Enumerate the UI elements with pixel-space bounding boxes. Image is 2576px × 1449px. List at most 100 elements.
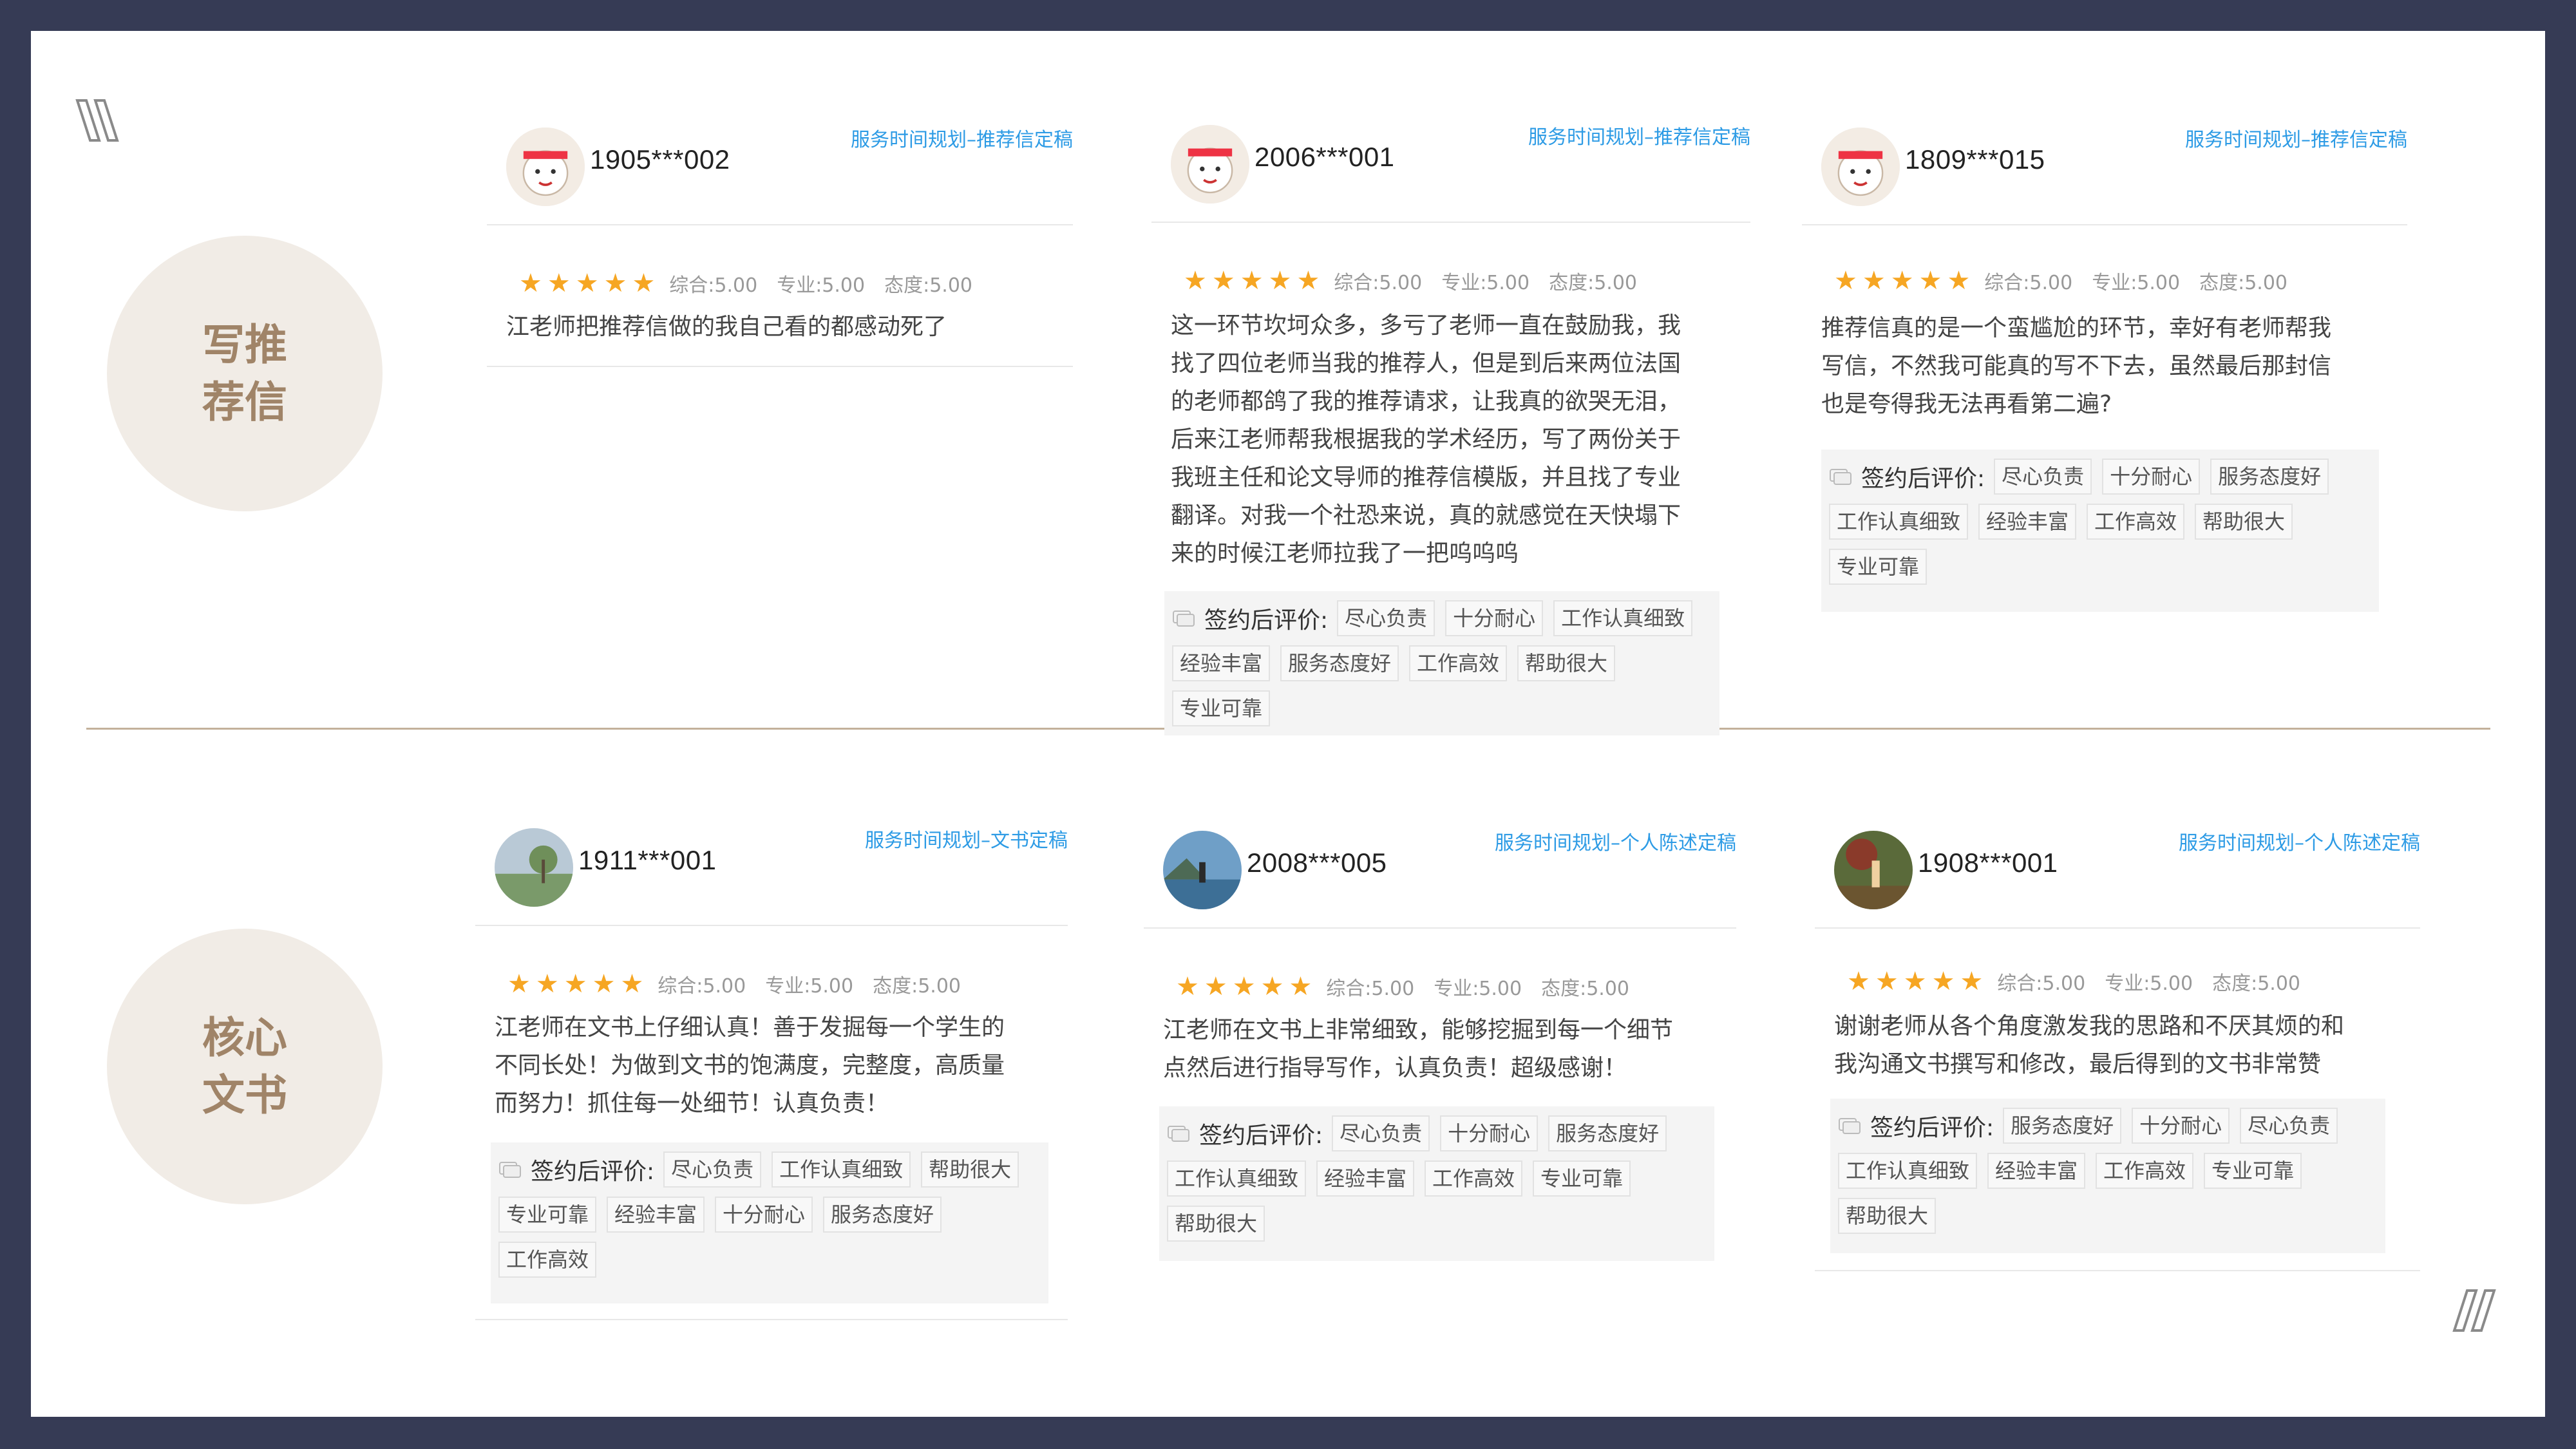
avatar	[506, 128, 585, 206]
tag-chip: 工作认真细致	[1167, 1160, 1307, 1197]
score-professional: 专业:5.00	[2092, 272, 2181, 294]
tag-chip: 帮助很大	[1517, 645, 1616, 681]
user-id: 2008***005	[1247, 848, 1387, 878]
star-icon: ★	[603, 269, 627, 298]
score-attitude: 态度:5.00	[884, 274, 973, 297]
review-card: 2006***001 服务时间规划–推荐信定稿 ★ ★ ★ ★ ★ 综合:5.00 专业…	[1151, 112, 1750, 737]
tag-chip: 尽心负责	[663, 1151, 762, 1188]
card-divider	[1815, 1270, 2420, 1271]
star-rating: ★ ★ ★ ★ ★	[1834, 268, 1970, 294]
star-icon: ★	[1296, 266, 1320, 296]
tag-chip: 尽心负责	[1337, 600, 1435, 636]
star-icon: ★	[1918, 266, 1942, 296]
tag-chip: 服务态度好	[1548, 1115, 1667, 1151]
slide: 写推荐信 核心文书 1905***002 服务时间规划–推荐信定稿 ★ ★ ★ ★ ★ …	[31, 31, 2545, 1417]
star-icon: ★	[564, 969, 587, 999]
service-link[interactable]: 服务时间规划–文书定稿	[865, 824, 1068, 853]
avatar	[1171, 125, 1249, 204]
service-link[interactable]: 服务时间规划–推荐信定稿	[851, 124, 1073, 152]
service-link[interactable]: 服务时间规划–个人陈述定稿	[1495, 827, 1736, 855]
review-card: 1905***002 服务时间规划–推荐信定稿 ★ ★ ★ ★ ★ 综合:5.00 专业…	[487, 115, 1073, 372]
review-card: 1911***001 服务时间规划–文书定稿 ★ ★ ★ ★ ★ 综合:5.00 专业:…	[475, 815, 1068, 1324]
user-id: 1911***001	[578, 845, 717, 875]
star-icon: ★	[620, 969, 644, 999]
star-icon: ★	[519, 269, 542, 298]
review-card: 2008***005 服务时间规划–个人陈述定稿 ★ ★ ★ ★ ★ 综合:5.00 专…	[1144, 818, 1736, 1269]
user-id: 2006***001	[1255, 142, 1395, 172]
section-badge-essay: 核心文书	[107, 929, 383, 1204]
star-icon: ★	[1176, 972, 1199, 1001]
review-line: 这一环节坎坷众多，多亏了老师一直在鼓励我，我	[1171, 312, 1681, 339]
card-header: 1908***001 服务时间规划–个人陈述定稿	[1815, 818, 2420, 929]
rating-row: ★ ★ ★ ★ ★ 综合:5.00 专业:5.00 态度:5.00	[1834, 267, 2307, 295]
card-header: 2008***005 服务时间规划–个人陈述定稿	[1144, 818, 1736, 929]
review-line: 江老师在文书上仔细认真！善于发掘每一个学生的	[495, 1014, 1005, 1041]
avatar	[1163, 831, 1242, 909]
tag-chip: 经验丰富	[607, 1197, 705, 1233]
tag-chip: 帮助很大	[2195, 504, 2293, 540]
star-rating: ★ ★ ★ ★ ★	[1847, 969, 1983, 994]
tags-panel: 签约后评价: 尽心负责 十分耐心 服务态度好 工作认真细致 经验丰富 工作高效 …	[1821, 450, 2379, 612]
star-icon: ★	[1232, 972, 1256, 1001]
score-professional: 专业:5.00	[1434, 978, 1522, 1000]
tag-chip: 尽心负责	[2240, 1108, 2338, 1144]
score-professional: 专业:5.00	[2105, 972, 2193, 995]
tag-chip: 工作认真细致	[1553, 600, 1693, 636]
tag-chip: 尽心负责	[1332, 1115, 1430, 1151]
section-label: 写推荐信	[202, 319, 287, 427]
review-line: 点然后进行指导写作，认真负责！超级感谢！	[1163, 1055, 1627, 1081]
review-line: 推荐信真的是一个蛮尴尬的环节，幸好有老师帮我	[1821, 315, 2332, 341]
rating-row: ★ ★ ★ ★ ★ 综合:5.00 专业:5.00 态度:5.00	[1176, 972, 1649, 1001]
tag-chip: 帮助很大	[1838, 1198, 1937, 1234]
review-card: 1908***001 服务时间规划–个人陈述定稿 ★ ★ ★ ★ ★ 综合:5.00 专…	[1815, 818, 2420, 1282]
tags-label: 签约后评价:	[1829, 460, 1985, 493]
star-rating: ★ ★ ★ ★ ★	[507, 971, 643, 997]
card-divider	[487, 366, 1073, 367]
star-rating: ★ ★ ★ ★ ★	[519, 270, 655, 296]
quote-close-icon	[2443, 1285, 2501, 1337]
tags-label-text: 签约后评价:	[1199, 1122, 1323, 1149]
service-link[interactable]: 服务时间规划–推荐信定稿	[2185, 124, 2407, 152]
tag-chip: 帮助很大	[921, 1151, 1019, 1188]
rating-row: ★ ★ ★ ★ ★ 综合:5.00 专业:5.00 态度:5.00	[1184, 267, 1656, 295]
tag-chip: 经验丰富	[1978, 504, 2077, 540]
user-id: 1905***002	[590, 144, 730, 175]
tags-list: 签约后评价: 尽心负责 十分耐心 服务态度好 工作认真细致 经验丰富 工作高效 …	[1829, 459, 2371, 594]
star-icon: ★	[592, 969, 616, 999]
tag-chip: 十分耐心	[715, 1197, 813, 1233]
chat-icon	[1830, 469, 1852, 485]
card-header: 1809***015 服务时间规划–推荐信定稿	[1802, 115, 2407, 225]
review-line: 而努力！抓住每一处细节！认真负责！	[495, 1090, 889, 1117]
chat-icon	[1839, 1118, 1861, 1134]
review-text: 推荐信真的是一个蛮尴尬的环节，幸好有老师帮我 写信，不然我可能真的写不下去，虽然…	[1821, 309, 2331, 423]
score-attitude: 态度:5.00	[1549, 272, 1638, 294]
star-icon: ★	[1947, 266, 1971, 296]
review-card: 1809***015 服务时间规划–推荐信定稿 ★ ★ ★ ★ ★ 综合:5.00 专业…	[1802, 115, 2407, 617]
service-link[interactable]: 服务时间规划–个人陈述定稿	[2179, 827, 2420, 855]
star-icon: ★	[1931, 967, 1955, 996]
review-line: 写信，不然我可能真的写不下去，虽然最后那封信	[1821, 353, 2332, 379]
star-icon: ★	[1240, 266, 1264, 296]
section-label: 核心文书	[202, 1012, 287, 1120]
review-line: 不同长处！为做到文书的饱满度，完整度，高质量	[495, 1052, 1005, 1079]
star-rating: ★ ★ ★ ★ ★	[1176, 974, 1312, 999]
tag-chip: 十分耐心	[2132, 1108, 2230, 1144]
score-overall: 综合:5.00	[658, 975, 746, 998]
score-attitude: 态度:5.00	[873, 975, 961, 998]
star-icon: ★	[1890, 266, 1914, 296]
tags-panel: 签约后评价: 尽心负责 十分耐心 服务态度好 工作认真细致 经验丰富 工作高效 …	[1159, 1106, 1714, 1261]
card-header: 1911***001 服务时间规划–文书定稿	[475, 815, 1068, 926]
review-text: 江老师在文书上非常细致，能够挖掘到每一个细节 点然后进行指导写作，认真负责！超级…	[1163, 1011, 1673, 1087]
tags-panel: 签约后评价: 尽心负责 十分耐心 工作认真细致 经验丰富 服务态度好 工作高效 …	[1164, 591, 1719, 735]
star-icon: ★	[1847, 967, 1870, 996]
tag-chip: 工作高效	[2096, 1153, 2194, 1189]
score-attitude: 态度:5.00	[2212, 972, 2301, 995]
score-attitude: 态度:5.00	[1541, 978, 1630, 1000]
star-icon: ★	[1289, 972, 1312, 1001]
tag-chip: 十分耐心	[1440, 1115, 1539, 1151]
chat-icon	[1168, 1126, 1189, 1142]
review-text: 这一环节坎坷众多，多亏了老师一直在鼓励我，我 找了四位老师当我的推荐人，但是到后…	[1171, 307, 1681, 573]
service-link[interactable]: 服务时间规划–推荐信定稿	[1528, 121, 1750, 149]
tags-label-text: 签约后评价:	[531, 1159, 655, 1185]
tag-chip: 工作高效	[2087, 504, 2185, 540]
